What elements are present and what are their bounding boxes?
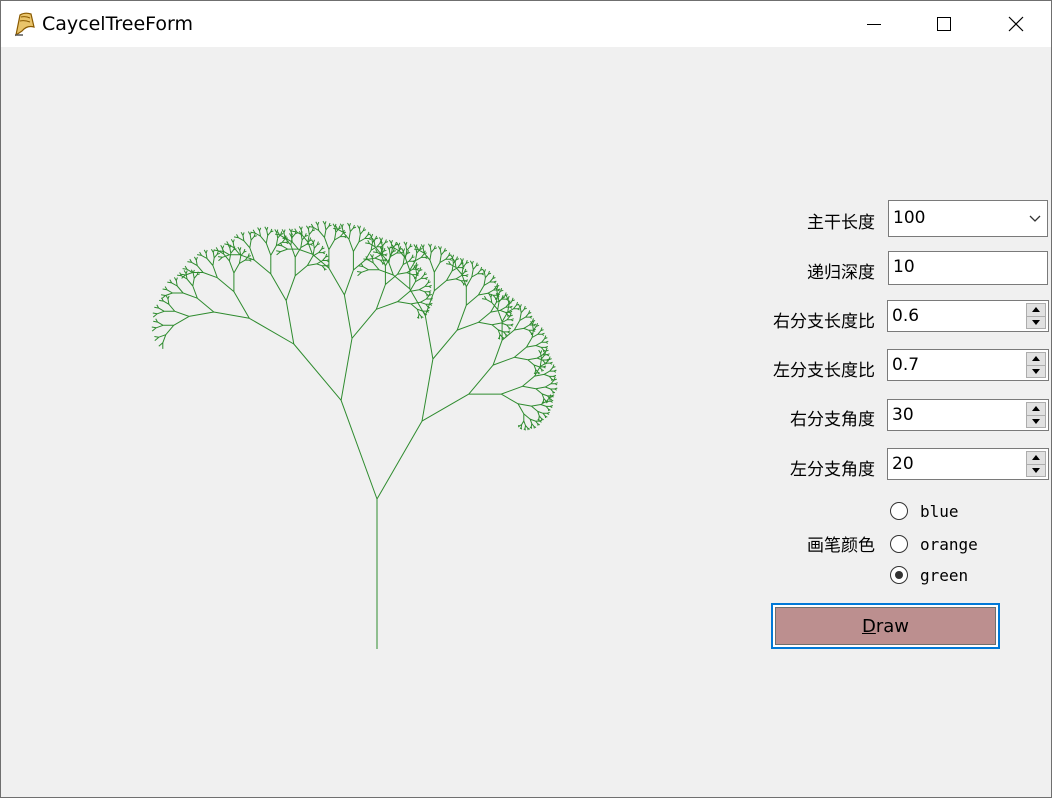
radio-green[interactable]: green <box>890 563 968 587</box>
left-angle-value: 20 <box>892 454 914 474</box>
left-ratio-spinbox[interactable]: 0.7 <box>887 349 1049 381</box>
spin-up-button[interactable] <box>1026 402 1046 416</box>
recursion-depth-input[interactable]: 10 <box>888 251 1048 285</box>
spin-down-icon <box>1032 368 1040 374</box>
trunk-length-combobox[interactable]: 100 <box>888 200 1048 237</box>
spin-up-icon <box>1032 356 1040 362</box>
draw-button[interactable]: Draw <box>771 603 1000 649</box>
spin-down-icon <box>1032 467 1040 473</box>
spin-up-button[interactable] <box>1026 303 1046 317</box>
draw-button-face[interactable]: Draw <box>775 607 996 645</box>
right-angle-label: 右分支角度 <box>790 410 875 430</box>
spin-down-button[interactable] <box>1026 464 1046 477</box>
radio-blue-label: blue <box>920 501 959 521</box>
left-angle-label: 左分支角度 <box>790 460 875 480</box>
main-window: CaycelTreeForm 主干长度 100 递归深度 10 右分支长度比 0… <box>0 0 1052 798</box>
spin-down-icon <box>1032 418 1040 424</box>
window-title: CaycelTreeForm <box>42 13 194 35</box>
radio-blue-circle[interactable] <box>890 502 908 520</box>
maximize-icon <box>937 17 951 31</box>
draw-button-mnemonic: D <box>861 615 876 637</box>
trunk-length-value: 100 <box>893 208 926 228</box>
spin-up-icon <box>1032 455 1040 461</box>
radio-orange-label: orange <box>920 534 978 554</box>
left-ratio-value: 0.7 <box>892 355 920 375</box>
right-ratio-spinbox[interactable]: 0.6 <box>887 300 1049 332</box>
fractal-tree-branches <box>151 220 558 649</box>
spin-down-button[interactable] <box>1026 415 1046 428</box>
spin-up-button[interactable] <box>1026 352 1046 366</box>
right-ratio-label: 右分支长度比 <box>773 312 875 332</box>
radio-blue[interactable]: blue <box>890 499 959 523</box>
minimize-icon <box>867 24 881 25</box>
spin-up-icon <box>1032 406 1040 412</box>
spin-up-button[interactable] <box>1026 451 1046 465</box>
radio-green-label: green <box>920 565 969 585</box>
recursion-depth-label: 递归深度 <box>807 263 875 283</box>
maximize-button[interactable] <box>909 1 979 47</box>
right-ratio-value: 0.6 <box>892 306 920 326</box>
radio-orange-circle[interactable] <box>890 535 908 553</box>
spin-down-button[interactable] <box>1026 365 1046 378</box>
pen-color-label: 画笔颜色 <box>807 536 875 556</box>
close-icon <box>1008 16 1024 32</box>
app-icon <box>15 12 35 37</box>
draw-button-label: raw <box>875 615 910 637</box>
radio-green-circle[interactable] <box>890 566 908 584</box>
close-button[interactable] <box>981 1 1051 47</box>
spin-down-icon <box>1032 319 1040 325</box>
chevron-down-icon[interactable] <box>1029 215 1041 223</box>
radio-orange[interactable]: orange <box>890 532 978 556</box>
right-angle-value: 30 <box>892 405 914 425</box>
recursion-depth-value: 10 <box>893 257 915 277</box>
left-ratio-label: 左分支长度比 <box>773 361 875 381</box>
trunk-length-label: 主干长度 <box>807 213 875 233</box>
minimize-button[interactable] <box>839 1 909 47</box>
fractal-tree-canvas <box>151 220 558 649</box>
title-bar[interactable]: CaycelTreeForm <box>1 1 1051 47</box>
spin-down-button[interactable] <box>1026 316 1046 329</box>
left-angle-spinbox[interactable]: 20 <box>887 448 1049 480</box>
right-angle-spinbox[interactable]: 30 <box>887 399 1049 431</box>
spin-up-icon <box>1032 307 1040 313</box>
